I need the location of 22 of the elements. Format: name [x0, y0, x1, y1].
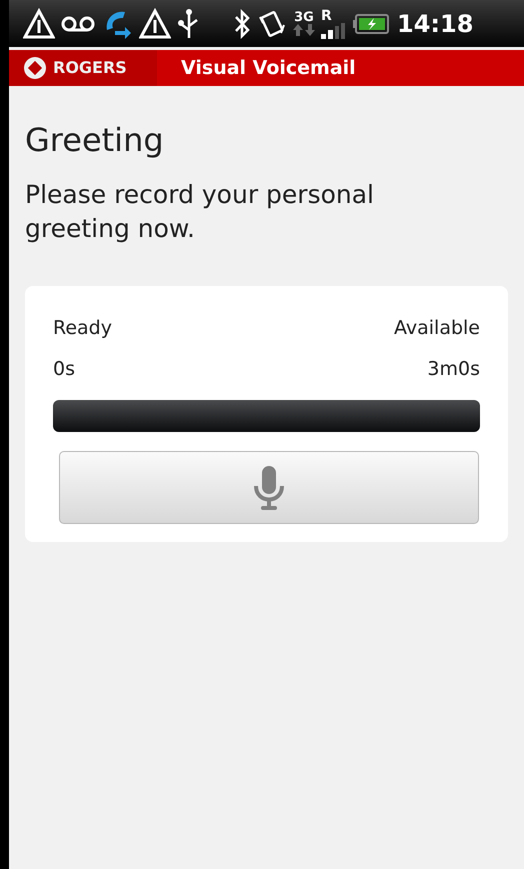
- instruction-text: Please record your personal greeting now.: [25, 179, 375, 245]
- roaming-indicator: R: [321, 8, 332, 22]
- elapsed-time: 0s: [53, 356, 75, 382]
- record-button[interactable]: [59, 451, 479, 524]
- microphone-icon: [252, 466, 286, 510]
- warning-icon: [139, 8, 171, 40]
- page-title: Greeting: [25, 124, 165, 156]
- network-type: 3G: [294, 11, 314, 24]
- voicemail-icon: [61, 14, 95, 34]
- clock: 14:18: [397, 8, 474, 40]
- available-label: Available: [394, 316, 480, 341]
- available-time: 3m0s: [427, 356, 480, 382]
- data-arrows-icon: [293, 24, 315, 36]
- signal-icon: [321, 22, 347, 38]
- warning-icon: [23, 8, 55, 40]
- vibrate-icon: [257, 8, 287, 38]
- logo-icon: [23, 56, 47, 80]
- status-label: Ready: [53, 316, 112, 341]
- bluetooth-icon: [233, 8, 251, 38]
- brand-name: ROGERS: [53, 57, 127, 79]
- app-title: Visual Voicemail: [181, 56, 356, 81]
- battery-charging-icon: [353, 14, 389, 34]
